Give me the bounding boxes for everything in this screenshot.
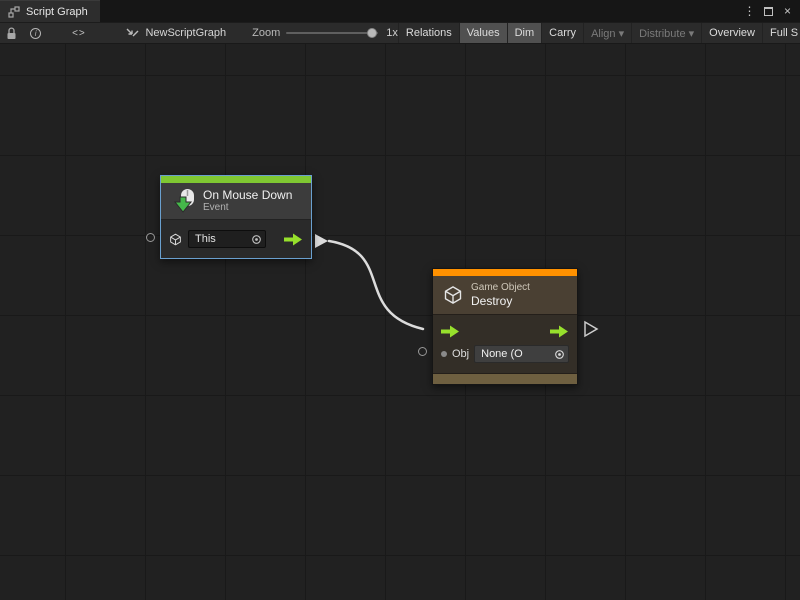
node-destroy[interactable]: Game Object Destroy [432, 268, 578, 385]
tab-bar: Script Graph ⋮ × [0, 0, 800, 22]
script-graph-window: Script Graph ⋮ × i <> NewScr [0, 0, 800, 600]
lock-icon[interactable] [0, 23, 24, 43]
info-glyph: i [30, 28, 41, 39]
unconnected-output-arrow[interactable] [585, 322, 597, 336]
target-object-field[interactable]: This [188, 230, 266, 248]
relations-button[interactable]: Relations [398, 23, 459, 43]
destroy-flow-output-port[interactable] [550, 325, 569, 338]
object-picker-icon[interactable] [251, 234, 262, 245]
graph-asset-icon [126, 27, 139, 39]
mouse-down-event-icon [170, 188, 196, 214]
node-title: On Mouse Down [203, 188, 292, 202]
value-port-dot[interactable] [441, 351, 447, 357]
align-dropdown: Align ▾ [583, 23, 631, 43]
graph-toolbar: i <> NewScriptGraph Zoom 1x Relations Va… [0, 22, 800, 44]
node-on-mouse-down[interactable]: On Mouse Down Event This [160, 175, 312, 259]
close-icon[interactable]: × [779, 2, 796, 20]
maximize-glyph [764, 7, 773, 16]
event-node-header: On Mouse Down Event [161, 183, 311, 219]
edge-start-arrow [315, 234, 328, 248]
graph-canvas[interactable]: On Mouse Down Event This [0, 44, 800, 600]
zoom-slider-knob[interactable] [367, 28, 377, 38]
event-node-body: This [161, 219, 311, 258]
obj-object-value: None (O [481, 348, 554, 360]
obj-object-field[interactable]: None (O [474, 345, 569, 363]
destroy-accent-bar [433, 269, 577, 276]
destroy-flow-input-port[interactable] [441, 325, 460, 338]
tab-script-graph[interactable]: Script Graph [0, 0, 100, 22]
zoom-label: Zoom [252, 27, 280, 39]
target-object-value: This [195, 233, 251, 245]
event-target-port[interactable] [146, 233, 155, 242]
node-category: Game Object [471, 282, 530, 294]
info-icon[interactable]: i [24, 23, 48, 43]
carry-button[interactable]: Carry [541, 23, 583, 43]
control-flow-edge[interactable] [329, 241, 423, 329]
maximize-icon[interactable] [760, 2, 777, 20]
destroy-node-footer [433, 373, 577, 384]
destroy-node-header: Game Object Destroy [433, 276, 577, 314]
script-graph-icon [8, 6, 20, 18]
event-accent-bar [161, 176, 311, 183]
overview-button[interactable]: Overview [701, 23, 762, 43]
event-flow-output-port[interactable] [284, 233, 303, 246]
full-screen-button[interactable]: Full S [762, 23, 800, 43]
values-button[interactable]: Values [459, 23, 507, 43]
distribute-dropdown: Distribute ▾ [631, 23, 701, 43]
destroy-obj-port[interactable] [418, 347, 427, 356]
edit-script-icon[interactable]: <> [63, 23, 94, 43]
node-subtitle: Event [203, 202, 292, 214]
obj-port-label: Obj [452, 348, 469, 360]
tab-label: Script Graph [26, 6, 88, 18]
object-picker-icon[interactable] [554, 349, 565, 360]
zoom-value: 1x [386, 27, 398, 39]
gameobject-cube-icon [443, 285, 463, 305]
dim-button[interactable]: Dim [507, 23, 542, 43]
destroy-node-body: Obj None (O [433, 314, 577, 373]
window-menu-icon[interactable]: ⋮ [741, 2, 758, 20]
graph-breadcrumb[interactable]: NewScriptGraph [118, 23, 234, 43]
edges-layer [0, 44, 800, 600]
zoom-slider[interactable] [286, 22, 378, 44]
graph-name: NewScriptGraph [145, 27, 226, 39]
zoom-slider-track[interactable] [286, 32, 378, 34]
gameobject-cube-icon [169, 233, 182, 246]
node-title: Destroy [471, 294, 530, 308]
